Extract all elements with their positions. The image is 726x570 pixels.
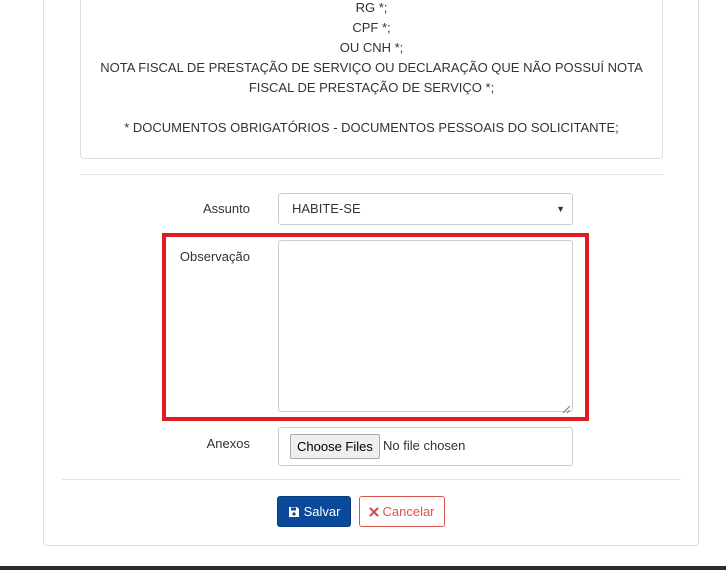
assunto-select[interactable]: HABITE-SE ▼: [278, 193, 573, 225]
document-item-nota-fiscal-cont: FISCAL DE PRESTAÇÃO DE SERVIÇO *;: [248, 80, 495, 95]
document-item-cpf: CPF *;: [352, 20, 391, 35]
file-status-text: No file chosen: [383, 438, 466, 453]
required-documents-note: * DOCUMENTOS OBRIGATÓRIOS - DOCUMENTOS P…: [124, 120, 619, 135]
document-item-cnh: OU CNH *;: [339, 40, 404, 55]
required-documents-panel: RG *; CPF *; OU CNH *; NOTA FISCAL DE PR…: [80, 0, 663, 159]
bottom-bar: [0, 566, 726, 570]
resize-grip-icon[interactable]: [562, 401, 571, 414]
anexos-label: Anexos: [206, 436, 250, 451]
divider: [80, 174, 663, 175]
divider: [62, 479, 681, 480]
document-item-nota-fiscal: NOTA FISCAL DE PRESTAÇÃO DE SERVIÇO OU D…: [100, 60, 643, 75]
document-item-rg: RG *;: [355, 0, 388, 15]
save-button[interactable]: Salvar: [277, 496, 351, 527]
cancel-button-label: Cancelar: [382, 504, 435, 519]
assunto-label: Assunto: [203, 201, 250, 216]
cancel-button[interactable]: Cancelar: [359, 496, 445, 527]
anexos-file-input[interactable]: Choose Files No file chosen: [278, 427, 573, 466]
observacao-label: Observação: [179, 249, 250, 264]
required-documents-list: RG *; CPF *; OU CNH *; NOTA FISCAL DE PR…: [81, 0, 662, 138]
save-button-label: Salvar: [303, 504, 341, 519]
choose-files-button[interactable]: Choose Files: [290, 434, 380, 459]
page: RG *; CPF *; OU CNH *; NOTA FISCAL DE PR…: [0, 0, 726, 570]
close-icon: [369, 506, 380, 517]
observacao-textarea[interactable]: [278, 240, 573, 412]
floppy-disk-icon: [288, 506, 300, 518]
dropdown-arrow-icon: ▼: [556, 204, 565, 214]
assunto-selected-value: HABITE-SE: [292, 201, 361, 216]
